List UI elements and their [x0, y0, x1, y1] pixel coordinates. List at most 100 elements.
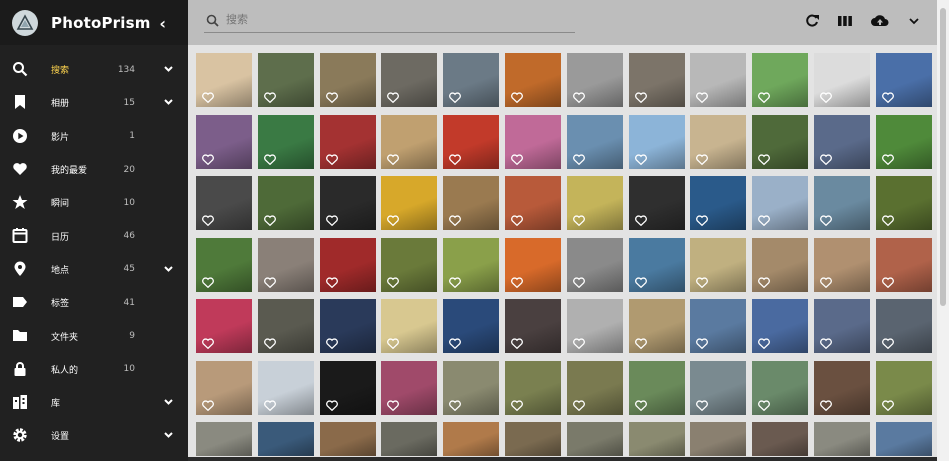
photo-card[interactable] — [875, 237, 932, 292]
favorite-heart-icon[interactable] — [449, 276, 462, 288]
favorite-heart-icon[interactable] — [696, 276, 709, 288]
favorite-heart-icon[interactable] — [634, 153, 647, 165]
favorite-heart-icon[interactable] — [572, 215, 585, 226]
photo-card[interactable] — [628, 299, 685, 353]
photo-card[interactable] — [690, 299, 747, 353]
favorite-heart-icon[interactable] — [387, 215, 400, 226]
favorite-heart-icon[interactable] — [202, 399, 214, 411]
favorite-heart-icon[interactable] — [511, 399, 523, 411]
favorite-heart-icon[interactable] — [758, 276, 771, 288]
photo-card[interactable] — [196, 176, 252, 230]
favorite-heart-icon[interactable] — [263, 276, 276, 288]
favorite-heart-icon[interactable] — [387, 92, 400, 103]
photo-card[interactable] — [443, 176, 500, 230]
photo-card[interactable] — [443, 422, 500, 456]
chevron-down-icon[interactable] — [163, 263, 174, 274]
favorite-heart-icon[interactable] — [325, 153, 338, 165]
photo-card[interactable] — [443, 53, 500, 107]
photo-card[interactable] — [319, 360, 376, 415]
photo-card[interactable] — [381, 176, 438, 230]
photo-card[interactable] — [381, 360, 438, 415]
favorite-heart-icon[interactable] — [263, 215, 276, 226]
favorite-heart-icon[interactable] — [325, 276, 338, 288]
scrollbar-thumb[interactable] — [940, 8, 946, 306]
favorite-heart-icon[interactable] — [881, 276, 894, 288]
chevron-down-icon[interactable] — [163, 63, 174, 74]
favorite-heart-icon[interactable] — [572, 276, 585, 288]
favorite-heart-icon[interactable] — [881, 338, 894, 349]
search-input[interactable] — [224, 12, 568, 27]
photo-card[interactable] — [319, 237, 376, 292]
favorite-heart-icon[interactable] — [263, 153, 276, 165]
photo-card[interactable] — [566, 299, 623, 353]
favorite-heart-icon[interactable] — [202, 215, 214, 226]
photo-card[interactable] — [257, 176, 314, 230]
favorite-heart-icon[interactable] — [634, 399, 647, 411]
photo-card[interactable] — [628, 53, 685, 107]
favorite-heart-icon[interactable] — [881, 399, 894, 411]
favorite-heart-icon[interactable] — [263, 92, 276, 103]
favorite-heart-icon[interactable] — [511, 276, 523, 288]
favorite-heart-icon[interactable] — [881, 92, 894, 103]
photo-card[interactable] — [628, 237, 685, 292]
favorite-heart-icon[interactable] — [572, 399, 585, 411]
favorite-heart-icon[interactable] — [325, 338, 338, 349]
collapse-sidebar-icon[interactable]: ‹ — [159, 14, 166, 33]
photo-card[interactable] — [566, 422, 623, 456]
photo-card[interactable] — [752, 114, 809, 169]
scrollbar[interactable] — [937, 0, 949, 461]
photo-card[interactable] — [319, 176, 376, 230]
photo-card[interactable] — [196, 360, 252, 415]
photo-card[interactable] — [814, 237, 870, 292]
sidebar-item-1[interactable]: 相册 15 — [0, 86, 188, 119]
favorite-heart-icon[interactable] — [202, 92, 214, 103]
favorite-heart-icon[interactable] — [820, 338, 832, 349]
favorite-heart-icon[interactable] — [387, 153, 400, 165]
photo-card[interactable] — [196, 53, 252, 107]
photo-card[interactable] — [566, 237, 623, 292]
photo-card[interactable] — [875, 299, 932, 353]
favorite-heart-icon[interactable] — [449, 215, 462, 226]
favorite-heart-icon[interactable] — [696, 399, 709, 411]
photo-card[interactable] — [566, 114, 623, 169]
favorite-heart-icon[interactable] — [758, 92, 771, 103]
favorite-heart-icon[interactable] — [696, 153, 709, 165]
photo-card[interactable] — [566, 176, 623, 230]
photo-card[interactable] — [875, 422, 932, 456]
photo-card[interactable] — [814, 53, 870, 107]
photo-card[interactable] — [505, 299, 561, 353]
photo-card[interactable] — [257, 360, 314, 415]
photo-card[interactable] — [566, 53, 623, 107]
favorite-heart-icon[interactable] — [511, 215, 523, 226]
sidebar-item-8[interactable]: 文件夹 9 — [0, 319, 188, 352]
photo-card[interactable] — [319, 53, 376, 107]
favorite-heart-icon[interactable] — [634, 276, 647, 288]
favorite-heart-icon[interactable] — [325, 399, 338, 411]
favorite-heart-icon[interactable] — [634, 92, 647, 103]
sidebar-item-0[interactable]: 搜索 134 — [0, 53, 188, 86]
photo-card[interactable] — [752, 360, 809, 415]
photo-card[interactable] — [875, 360, 932, 415]
favorite-heart-icon[interactable] — [263, 399, 276, 411]
favorite-heart-icon[interactable] — [758, 215, 771, 226]
photo-card[interactable] — [752, 299, 809, 353]
favorite-heart-icon[interactable] — [325, 215, 338, 226]
photo-card[interactable] — [875, 114, 932, 169]
chevron-down-icon[interactable] — [163, 429, 174, 440]
photo-card[interactable] — [505, 422, 561, 456]
photo-card[interactable] — [505, 237, 561, 292]
favorite-heart-icon[interactable] — [449, 92, 462, 103]
photo-card[interactable] — [443, 360, 500, 415]
favorite-heart-icon[interactable] — [572, 92, 585, 103]
photo-card[interactable] — [505, 114, 561, 169]
chevron-down-icon[interactable] — [163, 96, 174, 107]
favorite-heart-icon[interactable] — [202, 276, 214, 288]
photo-card[interactable] — [566, 360, 623, 415]
photo-card[interactable] — [814, 176, 870, 230]
photo-card[interactable] — [319, 299, 376, 353]
sidebar-item-3[interactable]: 我的最爱 20 — [0, 153, 188, 186]
sidebar-item-7[interactable]: 标签 41 — [0, 286, 188, 319]
photo-card[interactable] — [257, 237, 314, 292]
photo-card[interactable] — [381, 53, 438, 107]
photo-card[interactable] — [628, 422, 685, 456]
